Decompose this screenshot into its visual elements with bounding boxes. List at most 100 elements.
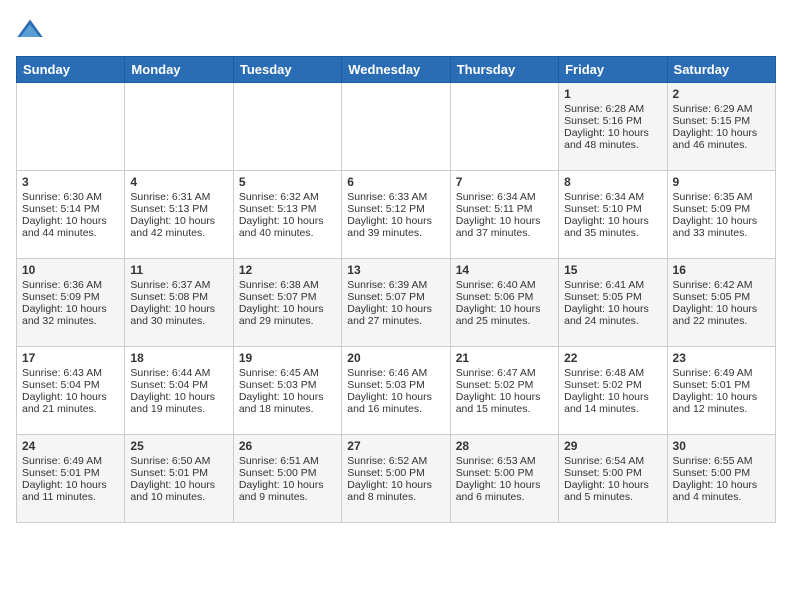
- calendar-cell: 21Sunrise: 6:47 AMSunset: 5:02 PMDayligh…: [450, 347, 558, 435]
- day-info: Sunset: 5:13 PM: [130, 203, 227, 215]
- day-info: Daylight: 10 hours: [347, 215, 444, 227]
- day-number: 29: [564, 439, 661, 453]
- day-info: and 27 minutes.: [347, 315, 444, 327]
- day-info: Sunset: 5:12 PM: [347, 203, 444, 215]
- calendar-table: SundayMondayTuesdayWednesdayThursdayFrid…: [16, 56, 776, 523]
- day-info: Sunset: 5:09 PM: [673, 203, 770, 215]
- day-info: Sunset: 5:00 PM: [239, 467, 336, 479]
- day-number: 6: [347, 175, 444, 189]
- day-info: Daylight: 10 hours: [22, 479, 119, 491]
- day-info: and 6 minutes.: [456, 491, 553, 503]
- day-info: and 5 minutes.: [564, 491, 661, 503]
- day-info: Daylight: 10 hours: [456, 391, 553, 403]
- day-info: Daylight: 10 hours: [456, 479, 553, 491]
- calendar-cell: 30Sunrise: 6:55 AMSunset: 5:00 PMDayligh…: [667, 435, 775, 523]
- day-number: 17: [22, 351, 119, 365]
- day-info: and 8 minutes.: [347, 491, 444, 503]
- day-number: 13: [347, 263, 444, 277]
- day-info: and 40 minutes.: [239, 227, 336, 239]
- calendar-cell: 22Sunrise: 6:48 AMSunset: 5:02 PMDayligh…: [559, 347, 667, 435]
- day-number: 7: [456, 175, 553, 189]
- day-info: and 22 minutes.: [673, 315, 770, 327]
- day-info: Daylight: 10 hours: [22, 391, 119, 403]
- day-info: Sunrise: 6:54 AM: [564, 455, 661, 467]
- calendar-cell: 20Sunrise: 6:46 AMSunset: 5:03 PMDayligh…: [342, 347, 450, 435]
- day-header-thursday: Thursday: [450, 57, 558, 83]
- day-info: Sunrise: 6:46 AM: [347, 367, 444, 379]
- day-info: and 25 minutes.: [456, 315, 553, 327]
- day-info: Sunset: 5:03 PM: [347, 379, 444, 391]
- day-info: Daylight: 10 hours: [130, 391, 227, 403]
- day-info: and 15 minutes.: [456, 403, 553, 415]
- day-info: Sunrise: 6:42 AM: [673, 279, 770, 291]
- day-info: Sunrise: 6:51 AM: [239, 455, 336, 467]
- day-info: and 24 minutes.: [564, 315, 661, 327]
- calendar-cell: 25Sunrise: 6:50 AMSunset: 5:01 PMDayligh…: [125, 435, 233, 523]
- calendar-cell: 29Sunrise: 6:54 AMSunset: 5:00 PMDayligh…: [559, 435, 667, 523]
- calendar-cell: 5Sunrise: 6:32 AMSunset: 5:13 PMDaylight…: [233, 171, 341, 259]
- day-info: Sunset: 5:01 PM: [673, 379, 770, 391]
- day-info: and 18 minutes.: [239, 403, 336, 415]
- day-info: and 29 minutes.: [239, 315, 336, 327]
- day-info: Sunrise: 6:36 AM: [22, 279, 119, 291]
- day-info: Sunrise: 6:34 AM: [564, 191, 661, 203]
- day-info: Daylight: 10 hours: [673, 215, 770, 227]
- day-info: and 4 minutes.: [673, 491, 770, 503]
- day-info: Sunset: 5:04 PM: [22, 379, 119, 391]
- day-info: and 37 minutes.: [456, 227, 553, 239]
- day-info: Daylight: 10 hours: [564, 215, 661, 227]
- day-info: Daylight: 10 hours: [673, 303, 770, 315]
- day-number: 21: [456, 351, 553, 365]
- calendar-cell: 2Sunrise: 6:29 AMSunset: 5:15 PMDaylight…: [667, 83, 775, 171]
- week-row-1: 3Sunrise: 6:30 AMSunset: 5:14 PMDaylight…: [17, 171, 776, 259]
- day-info: Daylight: 10 hours: [673, 127, 770, 139]
- calendar-cell: 1Sunrise: 6:28 AMSunset: 5:16 PMDaylight…: [559, 83, 667, 171]
- day-header-monday: Monday: [125, 57, 233, 83]
- calendar-cell: [233, 83, 341, 171]
- day-info: Sunrise: 6:28 AM: [564, 103, 661, 115]
- day-info: Sunset: 5:07 PM: [347, 291, 444, 303]
- day-number: 22: [564, 351, 661, 365]
- day-info: Sunset: 5:05 PM: [564, 291, 661, 303]
- day-info: Sunrise: 6:34 AM: [456, 191, 553, 203]
- day-info: and 11 minutes.: [22, 491, 119, 503]
- calendar-cell: 23Sunrise: 6:49 AMSunset: 5:01 PMDayligh…: [667, 347, 775, 435]
- day-info: Sunset: 5:15 PM: [673, 115, 770, 127]
- day-info: Sunset: 5:02 PM: [456, 379, 553, 391]
- calendar-cell: 18Sunrise: 6:44 AMSunset: 5:04 PMDayligh…: [125, 347, 233, 435]
- day-info: Daylight: 10 hours: [22, 215, 119, 227]
- day-info: Daylight: 10 hours: [239, 303, 336, 315]
- day-info: Sunrise: 6:31 AM: [130, 191, 227, 203]
- day-info: Sunrise: 6:38 AM: [239, 279, 336, 291]
- calendar-cell: 11Sunrise: 6:37 AMSunset: 5:08 PMDayligh…: [125, 259, 233, 347]
- day-info: and 9 minutes.: [239, 491, 336, 503]
- day-info: and 44 minutes.: [22, 227, 119, 239]
- calendar-cell: 17Sunrise: 6:43 AMSunset: 5:04 PMDayligh…: [17, 347, 125, 435]
- day-info: Sunset: 5:02 PM: [564, 379, 661, 391]
- logo-icon: [16, 16, 44, 44]
- day-info: Sunset: 5:03 PM: [239, 379, 336, 391]
- day-info: Sunrise: 6:55 AM: [673, 455, 770, 467]
- calendar-cell: 9Sunrise: 6:35 AMSunset: 5:09 PMDaylight…: [667, 171, 775, 259]
- calendar-cell: 6Sunrise: 6:33 AMSunset: 5:12 PMDaylight…: [342, 171, 450, 259]
- day-info: Daylight: 10 hours: [347, 479, 444, 491]
- calendar-cell: [450, 83, 558, 171]
- day-number: 15: [564, 263, 661, 277]
- day-info: Sunset: 5:11 PM: [456, 203, 553, 215]
- calendar-cell: 12Sunrise: 6:38 AMSunset: 5:07 PMDayligh…: [233, 259, 341, 347]
- day-info: Daylight: 10 hours: [347, 303, 444, 315]
- calendar-cell: 24Sunrise: 6:49 AMSunset: 5:01 PMDayligh…: [17, 435, 125, 523]
- calendar-cell: [125, 83, 233, 171]
- day-number: 30: [673, 439, 770, 453]
- day-info: Sunrise: 6:29 AM: [673, 103, 770, 115]
- header-row: SundayMondayTuesdayWednesdayThursdayFrid…: [17, 57, 776, 83]
- day-number: 24: [22, 439, 119, 453]
- day-info: and 12 minutes.: [673, 403, 770, 415]
- day-info: and 30 minutes.: [130, 315, 227, 327]
- day-number: 11: [130, 263, 227, 277]
- day-header-wednesday: Wednesday: [342, 57, 450, 83]
- calendar-cell: 28Sunrise: 6:53 AMSunset: 5:00 PMDayligh…: [450, 435, 558, 523]
- calendar-cell: 27Sunrise: 6:52 AMSunset: 5:00 PMDayligh…: [342, 435, 450, 523]
- calendar-cell: 26Sunrise: 6:51 AMSunset: 5:00 PMDayligh…: [233, 435, 341, 523]
- calendar-cell: 15Sunrise: 6:41 AMSunset: 5:05 PMDayligh…: [559, 259, 667, 347]
